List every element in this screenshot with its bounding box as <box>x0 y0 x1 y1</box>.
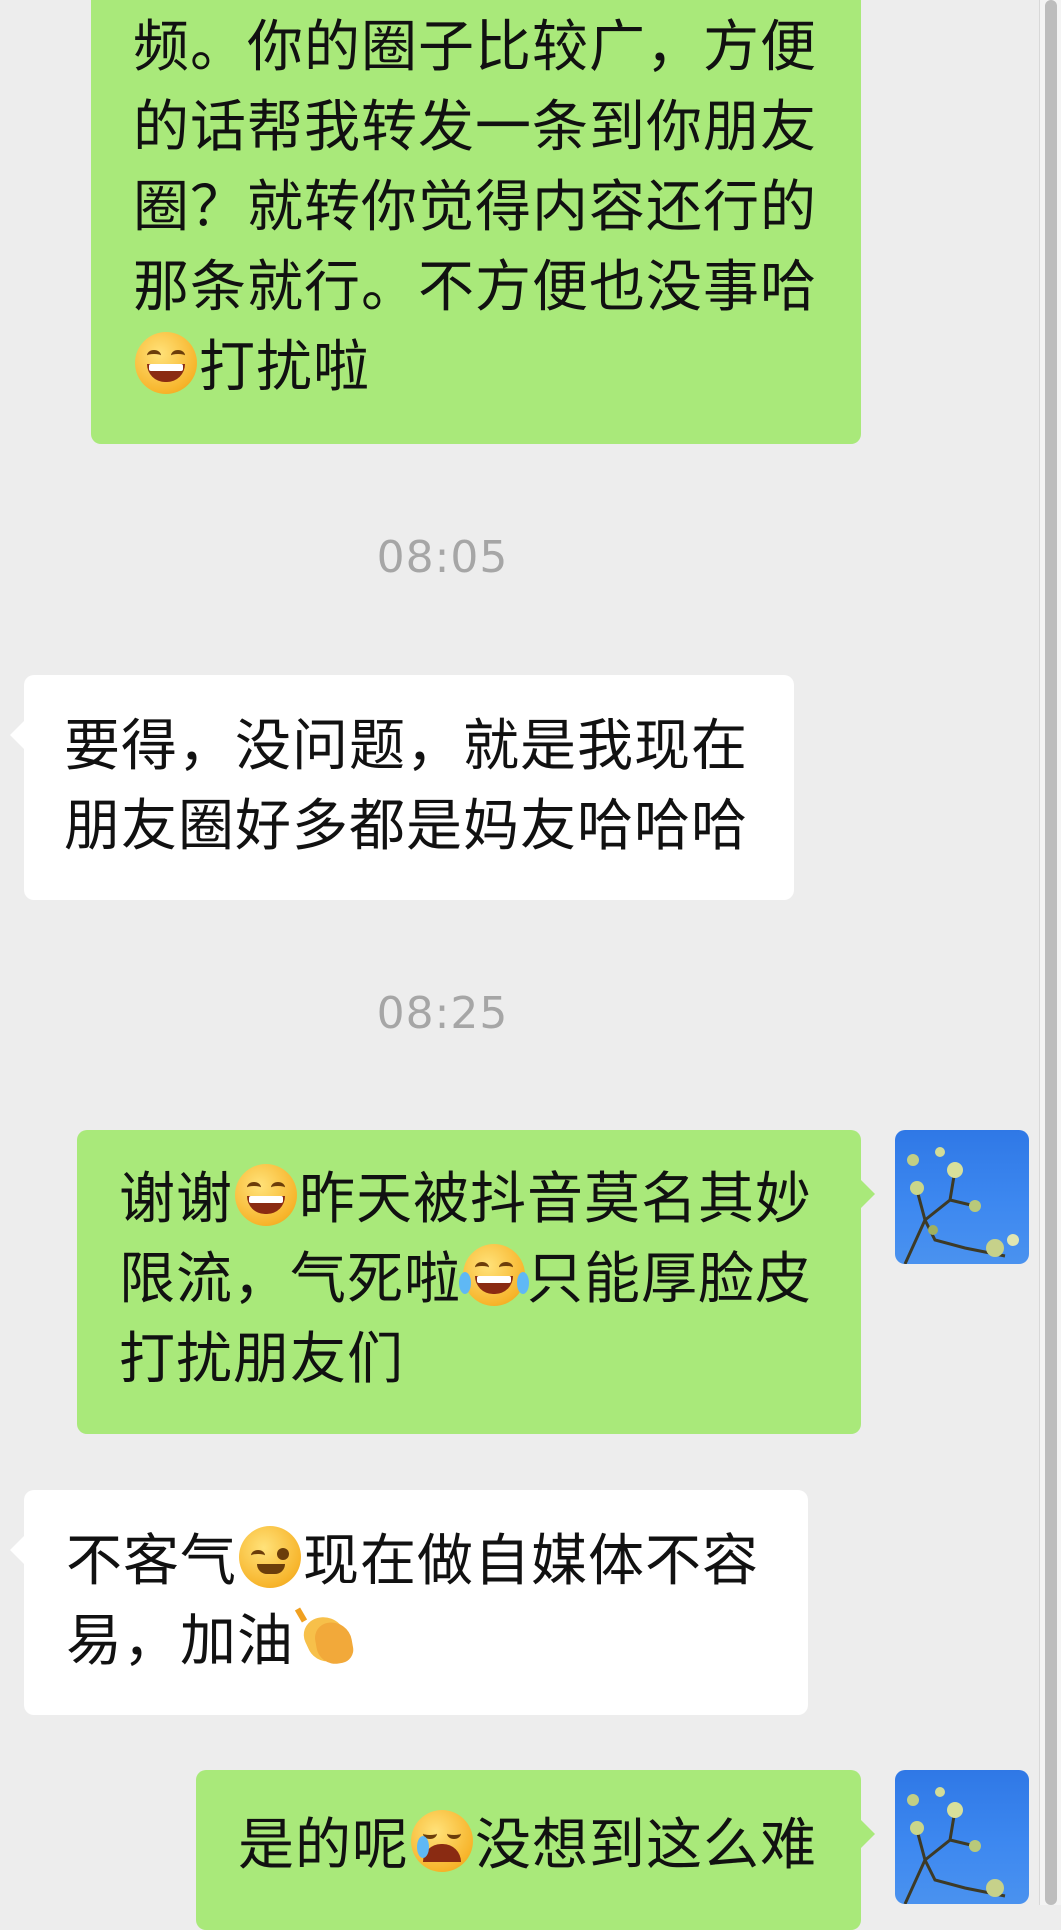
message-bubble-me[interactable]: 频。你的圈子比较广，方便 的话帮我转发一条到你朋友 圈？就转你觉得内容还行的 那… <box>91 0 861 444</box>
clapping-hands-icon <box>294 1606 358 1669</box>
message-line: 易，加油 <box>66 1602 778 1682</box>
grinning-face-icon <box>135 332 197 394</box>
tears-of-joy-icon <box>459 1244 529 1306</box>
grinning-face-icon <box>235 1164 297 1226</box>
avatar[interactable] <box>895 1130 1029 1264</box>
chat-area[interactable]: 频。你的圈子比较广，方便 的话帮我转发一条到你朋友 圈？就转你觉得内容还行的 那… <box>0 0 1040 1930</box>
sky-tree-avatar-icon <box>903 1147 1019 1264</box>
crying-face-icon <box>411 1810 473 1872</box>
message-line: 圈？就转你觉得内容还行的 <box>133 175 817 240</box>
timestamp: 08:05 <box>376 532 509 583</box>
message-line: 那条就行。不方便也没事哈 <box>133 255 817 320</box>
winking-face-icon <box>239 1526 301 1588</box>
message-bubble-me[interactable]: 谢谢 昨天被抖音莫名其妙 限流，气死啦 只能厚脸皮 打扰朋友们 <box>77 1130 875 1434</box>
message-line: 打扰啦 <box>133 328 821 408</box>
scrollbar[interactable] <box>1039 0 1061 1905</box>
message-line: 是的呢 没想到这么难 <box>238 1806 825 1886</box>
message-bubble-them[interactable]: 不客气 现在做自媒体不容 易，加油 <box>10 1490 808 1715</box>
message-line: 限流，气死啦 只能厚脸皮 <box>119 1240 825 1320</box>
message-bubble-me[interactable]: 是的呢 没想到这么难 <box>196 1770 875 1930</box>
message-line: 朋友圈好多都是妈友哈哈哈 <box>64 794 748 859</box>
message-line: 谢谢 昨天被抖音莫名其妙 <box>119 1160 825 1240</box>
timestamp: 08:25 <box>376 988 509 1039</box>
scrollbar-thumb[interactable] <box>1045 0 1057 1905</box>
sky-tree-avatar-icon <box>903 1787 1006 1904</box>
message-line: 打扰朋友们 <box>119 1327 404 1392</box>
message-bubble-them[interactable]: 要得，没问题，就是我现在 朋友圈好多都是妈友哈哈哈 <box>10 675 794 900</box>
message-line: 不客气 现在做自媒体不容 <box>66 1522 778 1602</box>
message-line: 频。你的圈子比较广，方便 <box>133 15 817 80</box>
avatar[interactable] <box>895 1770 1029 1904</box>
message-line: 要得，没问题，就是我现在 <box>64 714 748 779</box>
message-line: 的话帮我转发一条到你朋友 <box>133 95 817 160</box>
